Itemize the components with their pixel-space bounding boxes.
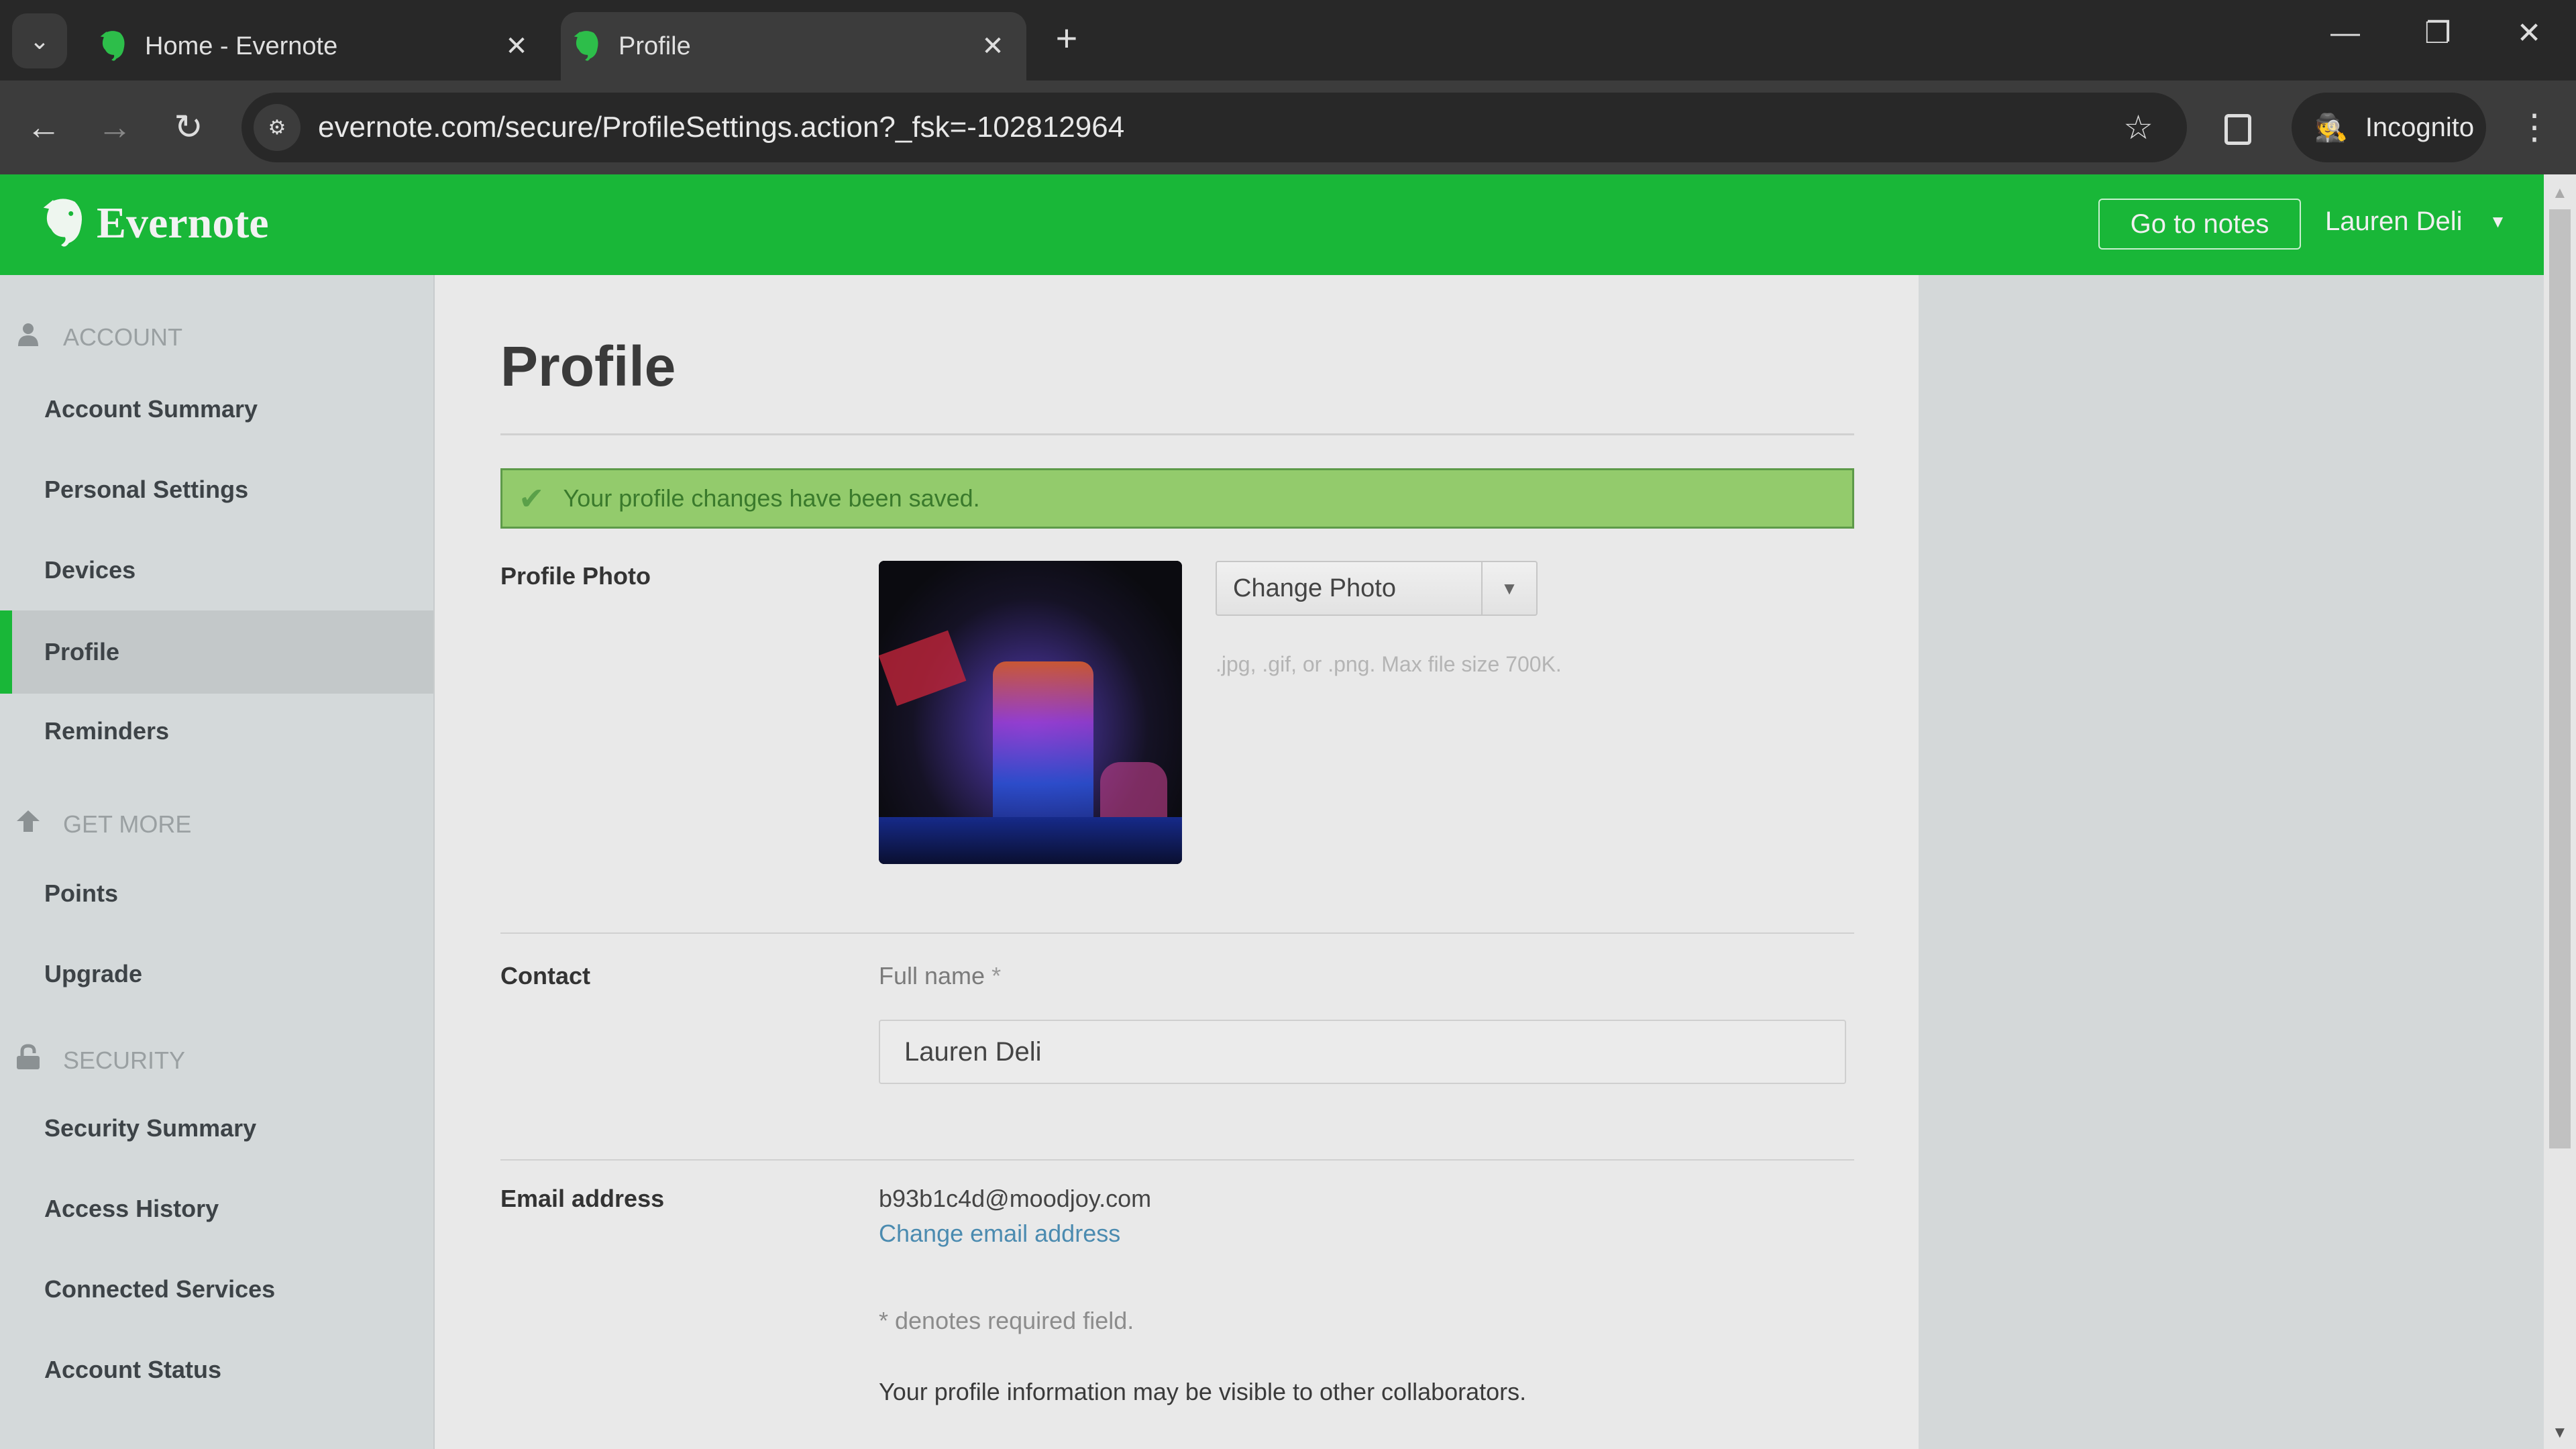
success-alert: ✔ Your profile changes have been saved.: [500, 468, 1854, 529]
full-name-input[interactable]: [879, 1020, 1846, 1084]
settings-sidebar: ACCOUNT Account Summary Personal Setting…: [0, 275, 435, 1449]
checkmark-icon: ✔: [519, 481, 545, 516]
evernote-favicon-icon: [100, 31, 125, 61]
back-icon[interactable]: ←: [20, 107, 67, 148]
sidebar-item-points[interactable]: Points: [0, 852, 433, 935]
sidebar-item-devices[interactable]: Devices: [0, 529, 433, 612]
address-bar[interactable]: ⚙ evernote.com/secure/ProfileSettings.ac…: [241, 93, 2187, 162]
caret-down-icon: ▼: [2489, 211, 2507, 231]
section-divider: [500, 1159, 1854, 1161]
title-divider: [500, 433, 1854, 435]
sidebar-item-account-status[interactable]: Account Status: [0, 1328, 433, 1411]
section-account: ACCOUNT: [13, 322, 182, 353]
page-title: Profile: [500, 335, 676, 398]
sidebar-item-personal-settings[interactable]: Personal Settings: [0, 448, 433, 531]
elephant-icon: [43, 199, 83, 247]
user-icon: [13, 322, 43, 353]
sidebar-item-connected-services[interactable]: Connected Services: [0, 1248, 433, 1331]
email-address-label: Email address: [500, 1185, 665, 1212]
chevron-down-icon: ⌄: [29, 27, 50, 54]
evernote-favicon-icon: [574, 31, 598, 61]
change-email-link[interactable]: Change email address: [879, 1220, 1120, 1248]
tab-home-evernote[interactable]: Home - Evernote ✕: [87, 12, 550, 80]
browser-toolbar: ← → ↻ ⚙ evernote.com/secure/ProfileSetti…: [0, 80, 2576, 174]
sidebar-item-reminders[interactable]: Reminders: [0, 690, 433, 773]
photo-hint: .jpg, .gif, or .png. Max file size 700K.: [1216, 652, 1562, 676]
section-divider: [500, 932, 1854, 934]
incognito-badge[interactable]: 🕵 Incognito: [2292, 93, 2486, 162]
sidebar-item-access-history[interactable]: Access History: [0, 1167, 433, 1250]
new-tab-button[interactable]: +: [1046, 16, 1087, 60]
sidebar-item-profile[interactable]: Profile: [0, 610, 433, 694]
section-security: SECURITY: [13, 1044, 185, 1077]
profile-content: Profile ✔ Your profile changes have been…: [435, 275, 2100, 1449]
tab-search-button[interactable]: ⌄: [12, 13, 67, 68]
required-field-note: * denotes required field.: [879, 1307, 1134, 1334]
go-to-notes-button[interactable]: Go to notes: [2098, 199, 2301, 250]
page: Evernote Go to notes Lauren Deli ▼ ACCOU…: [0, 174, 2544, 1449]
sidebar-item-upgrade[interactable]: Upgrade: [0, 932, 433, 1016]
incognito-icon: 🕵: [2314, 113, 2348, 143]
sidebar-item-account-summary[interactable]: Account Summary: [0, 368, 433, 451]
site-info-icon[interactable]: ⚙: [254, 104, 301, 151]
tab-label: Profile: [619, 32, 691, 60]
sidebar-item-security-summary[interactable]: Security Summary: [0, 1087, 433, 1170]
reload-icon[interactable]: ↻: [165, 107, 212, 148]
right-background: [1919, 275, 2544, 1449]
browser-menu-icon[interactable]: ⋮: [2517, 107, 2552, 148]
side-panel-icon[interactable]: [2224, 114, 2251, 145]
tab-label: Home - Evernote: [145, 32, 338, 60]
bookmark-star-icon[interactable]: ☆: [2123, 108, 2153, 147]
change-photo-label: Change Photo: [1233, 574, 1396, 602]
change-photo-dropdown[interactable]: Change Photo ▼: [1216, 561, 1538, 616]
profile-photo-label: Profile Photo: [500, 562, 651, 590]
evernote-logo[interactable]: Evernote: [39, 196, 269, 251]
user-menu[interactable]: Lauren Deli ▼: [2325, 207, 2506, 237]
url-text[interactable]: evernote.com/secure/ProfileSettings.acti…: [318, 111, 2123, 144]
alert-message: Your profile changes have been saved.: [563, 484, 980, 512]
scroll-down-icon[interactable]: ▼: [2552, 1424, 2568, 1442]
close-icon[interactable]: ✕: [973, 31, 1013, 62]
arrow-up-icon: [13, 809, 43, 840]
app-header: Evernote Go to notes Lauren Deli ▼: [0, 174, 2544, 275]
forward-icon[interactable]: →: [91, 107, 138, 148]
brand-name: Evernote: [97, 199, 269, 248]
browser-tabstrip: ⌄ Home - Evernote ✕ Profile ✕ + — ❐ ✕: [0, 0, 2576, 80]
caret-down-icon[interactable]: ▼: [1481, 562, 1536, 614]
email-value: b93b1c4d@moodjoy.com: [879, 1185, 1152, 1212]
required-asterisk: *: [991, 962, 1002, 989]
tab-profile[interactable]: Profile ✕: [561, 12, 1026, 80]
scrollbar-thumb[interactable]: [2549, 209, 2571, 1148]
visibility-note: Your profile information may be visible …: [879, 1378, 1527, 1405]
page-scrollbar[interactable]: ▲ ▼: [2544, 174, 2576, 1449]
full-name-label: Full name *: [879, 962, 1002, 989]
user-name: Lauren Deli: [2325, 207, 2463, 236]
incognito-label: Incognito: [2365, 112, 2475, 142]
restore-icon[interactable]: ❐: [2411, 16, 2465, 50]
lock-icon: [13, 1044, 43, 1077]
close-icon[interactable]: ✕: [496, 31, 537, 62]
window-close-icon[interactable]: ✕: [2502, 16, 2556, 50]
scroll-up-icon[interactable]: ▲: [2552, 184, 2568, 203]
section-get-more: GET MORE: [13, 809, 191, 840]
profile-photo: [879, 561, 1182, 864]
contact-label: Contact: [500, 962, 590, 989]
minimize-icon[interactable]: —: [2318, 16, 2372, 50]
